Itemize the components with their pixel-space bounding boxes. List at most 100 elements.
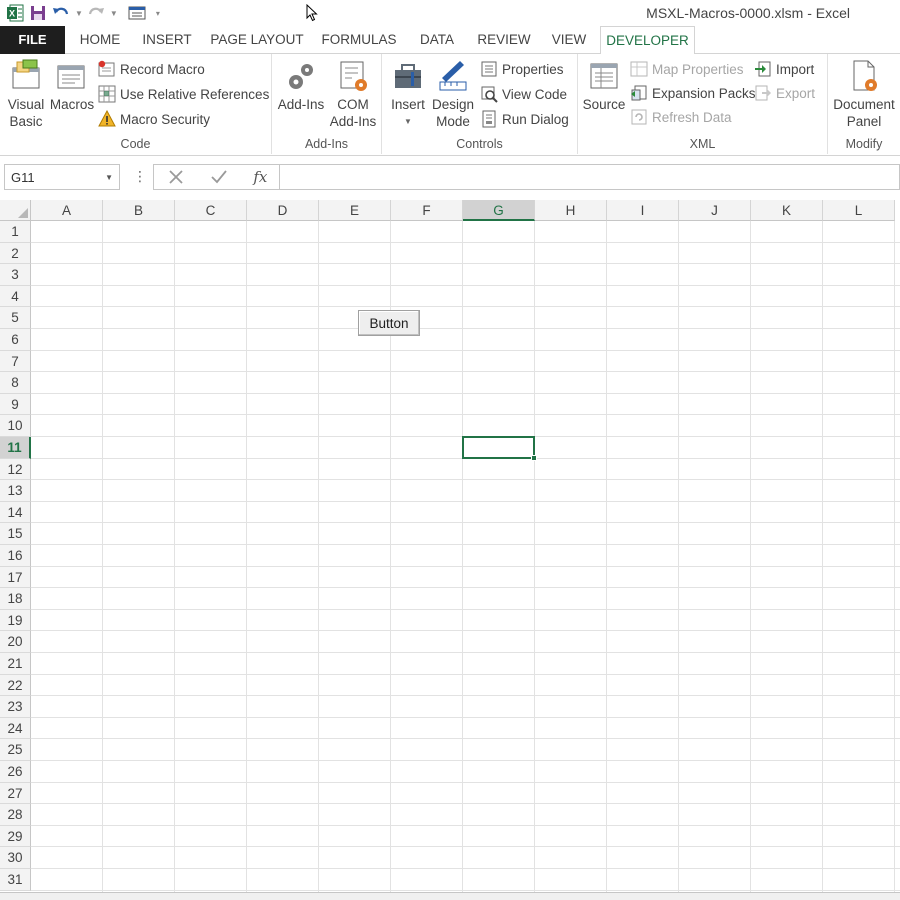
group-label-add-ins: Add-Ins — [304, 137, 349, 151]
row-header-7[interactable]: 7 — [0, 350, 31, 373]
column-header-e[interactable]: E — [319, 200, 391, 221]
expansion-packs-button[interactable]: Expansion Packs — [630, 82, 756, 104]
tab-data[interactable]: DATA — [410, 26, 464, 54]
name-box[interactable]: G11 ▼ — [4, 164, 120, 190]
column-header-k[interactable]: K — [751, 200, 823, 221]
row-header-3[interactable]: 3 — [0, 264, 31, 286]
row-header-12[interactable]: 12 — [0, 458, 31, 481]
redo-dropdown-icon[interactable]: ▼ — [110, 9, 118, 18]
form-control-button[interactable]: Button — [358, 310, 420, 336]
column-header-g[interactable]: G — [463, 200, 535, 221]
row-header-9[interactable]: 9 — [0, 393, 31, 416]
tab-home[interactable]: HOME — [72, 26, 128, 54]
row-header-27[interactable]: 27 — [0, 782, 31, 805]
column-header-b[interactable]: B — [103, 200, 175, 221]
row-header-13[interactable]: 13 — [0, 480, 31, 502]
select-all-corner[interactable] — [0, 200, 31, 221]
row-header-19[interactable]: 19 — [0, 609, 31, 632]
row-header-17[interactable]: 17 — [0, 566, 31, 589]
group-modify: Document Panel Modify — [828, 54, 900, 154]
name-box-dropdown-icon[interactable]: ▼ — [105, 173, 113, 182]
row-header-29[interactable]: 29 — [0, 825, 31, 848]
row-header-8[interactable]: 8 — [0, 372, 31, 394]
document-panel-button[interactable]: Document Panel — [830, 58, 898, 130]
row-header-6[interactable]: 6 — [0, 329, 31, 351]
record-macro-button[interactable]: Record Macro — [98, 58, 205, 80]
add-ins-button[interactable]: Add-Ins — [275, 58, 327, 113]
cancel-icon[interactable] — [167, 168, 185, 186]
undo-dropdown-icon[interactable]: ▼ — [75, 9, 83, 18]
insert-function-icon[interactable]: fx — [253, 168, 267, 186]
row-header-14[interactable]: 14 — [0, 501, 31, 524]
row-header-20[interactable]: 20 — [0, 631, 31, 653]
com-add-ins-button[interactable]: COM Add-Ins — [327, 58, 379, 130]
row-header-11[interactable]: 11 — [0, 437, 31, 459]
tab-view[interactable]: VIEW — [544, 26, 594, 54]
run-dialog-button[interactable]: Run Dialog — [480, 108, 569, 130]
column-header-f[interactable]: F — [391, 200, 463, 221]
tab-insert[interactable]: INSERT — [136, 26, 198, 54]
row-header-23[interactable]: 23 — [0, 696, 31, 718]
redo-icon[interactable] — [85, 3, 107, 23]
insert-control-button[interactable]: Insert ▼ — [388, 58, 428, 130]
visual-basic-button[interactable]: Visual Basic — [4, 58, 48, 130]
row-header-28[interactable]: 28 — [0, 804, 31, 826]
column-header-j[interactable]: J — [679, 200, 751, 221]
tab-formulas[interactable]: FORMULAS — [316, 26, 402, 54]
gridline-horizontal — [31, 738, 900, 740]
export-button[interactable]: Export — [754, 82, 815, 104]
map-properties-button[interactable]: Map Properties — [630, 58, 744, 80]
name-box-value: G11 — [11, 170, 35, 185]
design-mode-line2: Mode — [436, 114, 470, 129]
view-code-button[interactable]: View Code — [480, 83, 567, 105]
fill-handle[interactable] — [531, 454, 537, 461]
form-icon[interactable] — [126, 3, 148, 23]
row-header-16[interactable]: 16 — [0, 545, 31, 567]
row-header-4[interactable]: 4 — [0, 285, 31, 308]
column-header-i[interactable]: I — [607, 200, 679, 221]
row-header-15[interactable]: 15 — [0, 523, 31, 545]
gridline-vertical — [174, 221, 175, 900]
save-icon[interactable] — [28, 3, 48, 23]
column-header-l[interactable]: L — [823, 200, 895, 221]
customize-qat-icon[interactable]: ▾ — [156, 9, 160, 18]
tab-file[interactable]: FILE — [0, 26, 65, 54]
design-mode-button[interactable]: Design Mode — [430, 58, 476, 130]
row-header-21[interactable]: 21 — [0, 653, 31, 675]
row-header-25[interactable]: 25 — [0, 739, 31, 761]
macro-security-button[interactable]: Macro Security — [98, 108, 210, 130]
row-header-22[interactable]: 22 — [0, 674, 31, 697]
row-header-18[interactable]: 18 — [0, 588, 31, 610]
properties-button[interactable]: Properties — [480, 58, 564, 80]
formula-input[interactable] — [279, 164, 900, 190]
gridline-vertical — [246, 221, 247, 900]
source-button[interactable]: Source — [581, 58, 627, 113]
use-relative-references-button[interactable]: Use Relative References — [98, 83, 269, 105]
excel-logo-icon[interactable]: X — [4, 3, 26, 23]
row-header-24[interactable]: 24 — [0, 717, 31, 740]
row-header-1[interactable]: 1 — [0, 221, 31, 243]
column-header-d[interactable]: D — [247, 200, 319, 221]
tab-developer[interactable]: DEVELOPER — [600, 26, 695, 55]
column-header-a[interactable]: A — [31, 200, 103, 221]
column-header-c[interactable]: C — [175, 200, 247, 221]
row-header-31[interactable]: 31 — [0, 869, 31, 891]
row-header-30[interactable]: 30 — [0, 847, 31, 869]
row-header-5[interactable]: 5 — [0, 307, 31, 329]
undo-icon[interactable] — [50, 3, 72, 23]
macros-button[interactable]: Macros — [50, 58, 94, 113]
row-header-10[interactable]: 10 — [0, 415, 31, 437]
formula-bar-splitter[interactable]: ⋮ — [133, 168, 147, 185]
active-cell[interactable] — [462, 436, 537, 461]
tab-page-layout[interactable]: PAGE LAYOUT — [206, 26, 308, 54]
gridline-horizontal — [31, 889, 900, 891]
import-button[interactable]: Import — [754, 58, 814, 80]
row-header-26[interactable]: 26 — [0, 761, 31, 783]
worksheet-grid[interactable]: A B C D E F G H I J K L 1 2 3 4 5 6 7 8 9 10 11 12 13 14 15 16 17 18 1… — [0, 200, 900, 900]
enter-check-icon[interactable] — [210, 168, 228, 186]
refresh-data-button[interactable]: Refresh Data — [630, 106, 732, 128]
row-header-2[interactable]: 2 — [0, 242, 31, 265]
tab-review[interactable]: REVIEW — [472, 26, 536, 54]
visual-basic-icon — [12, 59, 40, 89]
column-header-h[interactable]: H — [535, 200, 607, 221]
